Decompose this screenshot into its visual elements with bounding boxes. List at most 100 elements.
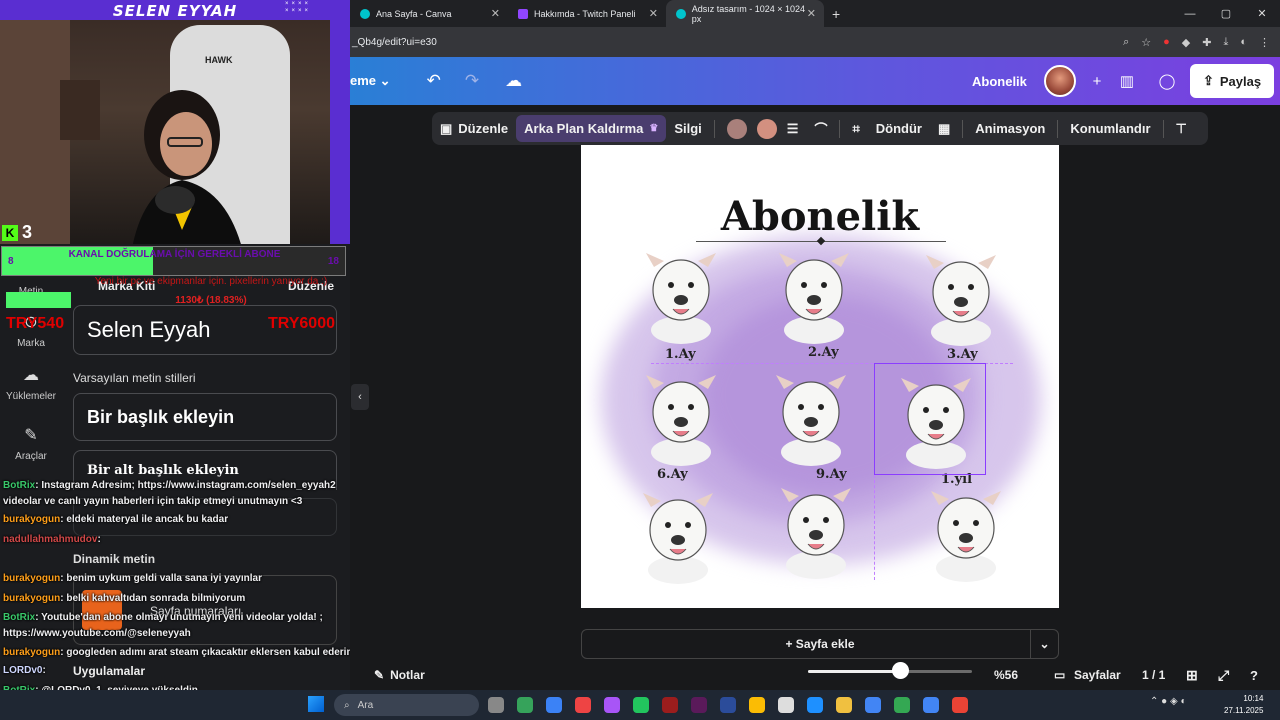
pages-button[interactable]: Sayfalar (1074, 668, 1121, 682)
system-tray[interactable]: ⌃ ● ◈ ◐ (1150, 696, 1186, 707)
chrome-icon[interactable] (720, 697, 736, 713)
cloud-save-icon[interactable]: ☁ (505, 71, 522, 91)
taskbar-clock[interactable]: 10:14 27.11.2025 (1224, 693, 1263, 717)
chevron-down-icon[interactable]: ⌄ (1030, 630, 1058, 658)
new-tab-button[interactable]: + (832, 6, 840, 22)
close-icon[interactable]: ✕ (649, 7, 658, 20)
collapse-panel-button[interactable]: ‹ (351, 384, 369, 410)
chrome-icon[interactable] (923, 697, 939, 713)
extension-icon[interactable]: ◆ (1182, 36, 1190, 49)
steam-icon[interactable] (778, 697, 794, 713)
obs-icon[interactable] (604, 697, 620, 713)
rotate-button[interactable]: Döndür (868, 112, 930, 145)
grid-view-icon[interactable]: ⊞ (1186, 667, 1198, 684)
tab-twitch[interactable]: Hakkımda - Twitch Paneli ✕ (508, 0, 666, 27)
zoom-level[interactable]: %56 (994, 668, 1018, 682)
app-icon[interactable] (662, 697, 678, 713)
profile-icon[interactable]: ◐ (1240, 36, 1247, 49)
edit-image-button[interactable]: ▣ Düzenle (432, 112, 516, 145)
transparency-icon[interactable]: ▦ (930, 112, 958, 145)
photos-icon[interactable] (575, 697, 591, 713)
dog-illustration[interactable] (771, 480, 861, 580)
chat-username[interactable]: burakyogun (3, 593, 60, 604)
xbox-icon[interactable] (517, 697, 533, 713)
month-label[interactable]: 3.Ay (947, 347, 978, 362)
animation-button[interactable]: Animasyon (967, 112, 1053, 145)
help-icon[interactable]: ? (1250, 668, 1258, 683)
task-view-icon[interactable] (488, 697, 504, 713)
month-label[interactable]: 9.Ay (816, 467, 847, 482)
folder-icon[interactable] (807, 697, 823, 713)
close-icon[interactable]: ✕ (491, 7, 500, 20)
notes-button[interactable]: Notlar (390, 668, 425, 682)
download-icon[interactable]: ⤓ (1223, 36, 1228, 49)
kebab-menu-icon[interactable]: ⋮ (1259, 36, 1270, 49)
close-window-button[interactable]: ✕ (1244, 7, 1280, 20)
design-page[interactable]: Abonelik 1.Ay 2.Ay 3.Ay 6.Ay 9.Ay 1.yıl (581, 145, 1059, 608)
dog-illustration[interactable] (636, 367, 726, 467)
record-icon[interactable]: ● (1163, 36, 1170, 49)
zoom-slider-handle[interactable] (891, 662, 909, 679)
dog-illustration[interactable] (916, 247, 1006, 347)
premiere-icon[interactable] (691, 697, 707, 713)
position-button[interactable]: Konumlandır (1062, 112, 1158, 145)
maximize-button[interactable]: ▢ (1208, 7, 1244, 20)
taskbar-search[interactable]: ⌕ Ara (334, 694, 479, 716)
add-collaborator-icon[interactable]: + (1082, 66, 1112, 96)
share-button[interactable]: ⇪ Paylaş (1190, 64, 1274, 98)
settings-icon[interactable] (749, 697, 765, 713)
chat-username[interactable]: nadullahmahmudov (3, 534, 97, 545)
chat-username[interactable]: BotRix (3, 612, 35, 623)
month-label[interactable]: 1.Ay (665, 347, 696, 362)
start-icon[interactable] (308, 696, 324, 712)
design-title[interactable]: Abonelik (972, 74, 1027, 89)
calculator-icon[interactable] (546, 697, 562, 713)
chat-username[interactable]: burakyogun (3, 573, 60, 584)
sidebar-item-tools[interactable]: ✎ Araçlar (0, 425, 62, 462)
page-title[interactable]: Abonelik (581, 193, 1059, 240)
resize-menu[interactable]: eme ⌄ (350, 73, 391, 89)
chrome-icon[interactable] (836, 697, 852, 713)
github-icon[interactable] (894, 697, 910, 713)
add-heading-button[interactable]: Bir başlık ekleyin (73, 393, 337, 441)
color-swatch-1[interactable] (719, 112, 755, 145)
chat-username[interactable]: BotRix (3, 480, 35, 491)
color-swatch-2[interactable] (755, 112, 779, 145)
add-page-button[interactable]: + Sayfa ekle ⌄ (581, 629, 1059, 659)
month-label[interactable]: 6.Ay (657, 467, 688, 482)
chat-username[interactable]: burakyogun (3, 647, 60, 658)
app-icon[interactable] (952, 697, 968, 713)
avatar[interactable] (1044, 65, 1076, 97)
month-label[interactable]: 2.Ay (808, 345, 839, 360)
fullscreen-icon[interactable]: ⤢ (1218, 667, 1229, 684)
comment-icon[interactable]: ◯ (1152, 66, 1182, 96)
chat-username[interactable]: burakyogun (3, 514, 60, 525)
url-input[interactable]: _Qb4g/edit?ui=e30 (352, 37, 437, 48)
puzzle-icon[interactable]: ✚ (1202, 36, 1211, 49)
border-style-icon[interactable]: ☰ (779, 112, 807, 145)
dog-illustration[interactable] (921, 483, 1011, 583)
pages-icon[interactable]: ▭ (1054, 668, 1065, 682)
apps-label[interactable]: Uygulamalar (73, 664, 145, 678)
corner-rounding-icon[interactable]: ⌒ (806, 112, 835, 145)
notes-icon[interactable]: ✎ (374, 668, 384, 682)
dog-illustration[interactable] (769, 245, 859, 345)
paint-format-icon[interactable]: ⊤ (1168, 112, 1195, 145)
bookmark-icon[interactable]: ☆ (1141, 36, 1151, 49)
selected-element-box[interactable] (874, 363, 986, 475)
crop-icon[interactable]: ⌗ (844, 112, 867, 145)
dog-illustration[interactable] (636, 245, 726, 345)
tab-home[interactable]: Ana Sayfa - Canva ✕ (350, 0, 508, 27)
redo-icon[interactable]: ↷ (465, 71, 479, 91)
bg-remover-button[interactable]: Arka Plan Kaldırma ♛ (516, 115, 667, 142)
minimize-button[interactable]: — (1172, 8, 1208, 20)
chat-username[interactable]: LORDv0 (3, 665, 42, 676)
undo-icon[interactable]: ↶ (427, 71, 441, 91)
tab-design[interactable]: Adsız tasarım - 1024 × 1024 px ✕ (666, 0, 824, 27)
close-icon[interactable]: ✕ (807, 7, 816, 20)
eraser-button[interactable]: Silgi (666, 112, 709, 145)
zoom-icon[interactable]: ⌕ (1123, 36, 1129, 49)
sidebar-item-uploads[interactable]: ☁ Yüklemeler (0, 365, 62, 402)
insights-icon[interactable]: ▥ (1112, 66, 1142, 96)
dog-illustration[interactable] (766, 367, 856, 467)
